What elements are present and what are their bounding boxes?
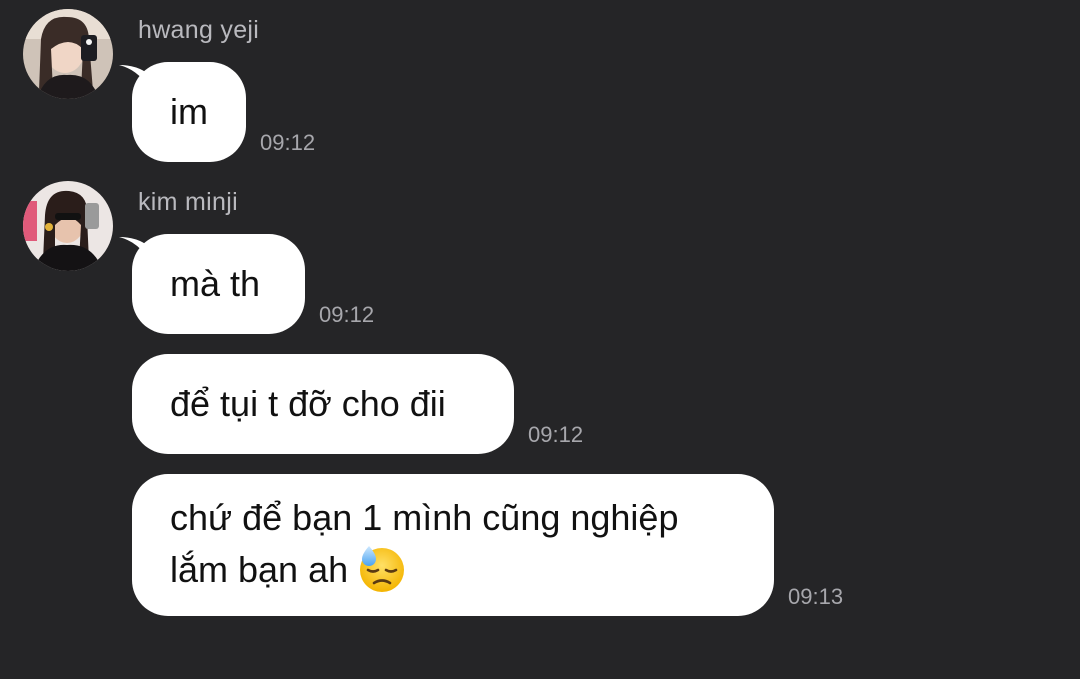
avatar-kim-minji[interactable]: [23, 181, 113, 271]
chat-thread: hwang yeji im 09:12 kim minji mà th 09:1…: [0, 0, 1080, 679]
downcast-face-with-sweat-icon: [356, 542, 408, 594]
message-text: để tụi t đỡ cho đii: [170, 383, 446, 424]
message-bubble[interactable]: để tụi t đỡ cho đii: [132, 354, 514, 454]
message-timestamp: 09:12: [260, 130, 316, 155]
message-bubble[interactable]: mà th: [132, 234, 305, 334]
message-text: mà th: [170, 263, 261, 304]
message-text: im: [170, 91, 208, 132]
message-timestamp: 09:12: [528, 422, 584, 447]
avatar-photo-icon: [23, 9, 113, 99]
sender-name: hwang yeji: [138, 16, 260, 44]
sender-name: kim minji: [138, 188, 238, 216]
message-timestamp: 09:13: [788, 584, 844, 609]
message-timestamp: 09:12: [319, 302, 375, 327]
message-text-line-1: chứ để bạn 1 mình cũng nghiệp: [170, 496, 679, 538]
message-bubble[interactable]: im: [132, 62, 246, 162]
message-text-line-2: lắm bạn ah: [170, 548, 349, 590]
message-bubble[interactable]: chứ để bạn 1 mình cũng nghiệp lắm bạn ah: [132, 474, 774, 616]
avatar-hwang-yeji[interactable]: [23, 9, 113, 99]
avatar-photo-icon: [23, 181, 113, 271]
